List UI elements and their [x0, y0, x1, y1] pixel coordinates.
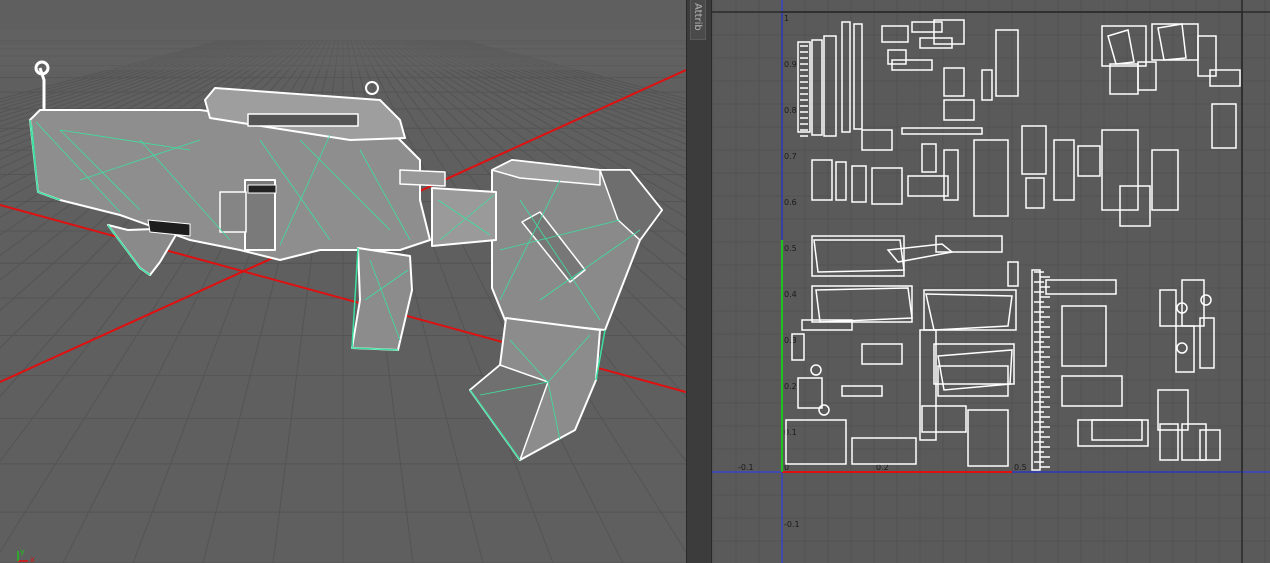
- v-tick-label: 0.9: [784, 60, 797, 69]
- v-tick-label: 0.8: [784, 106, 797, 115]
- viewport-canvas[interactable]: [0, 0, 686, 563]
- perspective-viewport[interactable]: x y: [0, 0, 686, 563]
- v-tick-label: 0.5: [784, 244, 797, 253]
- v-tick-label: 0.2: [784, 382, 797, 391]
- axis-gizmo: x y: [14, 547, 44, 563]
- gizmo-y-label: y: [20, 547, 25, 556]
- attribute-editor-tab[interactable]: Attrib: [690, 0, 706, 40]
- v-tick-label: 1: [784, 14, 789, 23]
- uv-editor-canvas[interactable]: 10.90.80.70.60.50.40.30.20.1-0.1-0.2-0.1…: [712, 0, 1270, 563]
- attribute-editor-tab-label: Attrib: [692, 3, 703, 31]
- v-tick-label: -0.1: [784, 520, 800, 529]
- u-tick-label: 0.5: [1014, 463, 1027, 472]
- v-tick-label: 0.7: [784, 152, 797, 161]
- v-tick-label: 0.6: [784, 198, 797, 207]
- uv-editor-panel[interactable]: 10.90.80.70.60.50.40.30.20.1-0.1-0.2-0.1…: [712, 0, 1270, 563]
- panel-splitter[interactable]: [686, 0, 712, 563]
- v-tick-label: 0.4: [784, 290, 797, 299]
- gizmo-x-label: x: [30, 555, 35, 563]
- maya-window: x y Attrib 1 0.9 0.8 0.7 0.6 0.5 0.4 0.3 0.2 0.1-…: [0, 0, 1270, 563]
- u-tick-label: -0.1: [738, 463, 754, 472]
- v-tick-label: 0.3: [784, 336, 797, 345]
